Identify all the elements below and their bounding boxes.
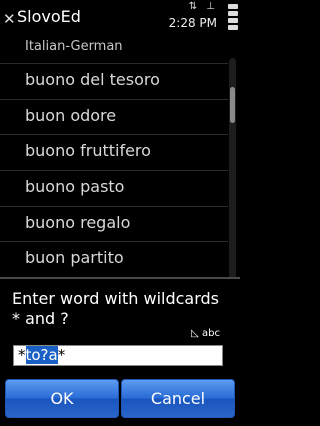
dictionary-label: Italian-German <box>25 39 123 54</box>
clock: 2:28 PM <box>168 16 217 30</box>
usb-icon: ⇅ ⊥ <box>188 1 218 12</box>
wildcard-input[interactable]: *to?a* <box>13 345 223 366</box>
list-item[interactable]: buono fruttifero <box>0 134 228 170</box>
scrollbar[interactable] <box>229 58 236 286</box>
cancel-button[interactable]: Cancel <box>121 379 235 418</box>
pen-icon: ◺ <box>191 328 199 339</box>
input-suffix: * <box>57 346 66 364</box>
input-selected-text: to?a <box>25 346 58 364</box>
status-bar: ✕ SlovoEd ⇅ ⊥ 2:28 PM <box>0 0 240 34</box>
input-value: *to?a* <box>18 346 66 364</box>
ok-button[interactable]: OK <box>5 379 119 418</box>
list-item[interactable]: buon partito <box>0 241 228 277</box>
list-item[interactable]: buono regalo <box>0 205 228 242</box>
list-item[interactable]: buono del tesoro <box>0 63 228 99</box>
list-item-label: buono fruttifero <box>25 141 151 161</box>
signal-icon <box>228 4 238 34</box>
list-item[interactable]: buono pasto <box>0 170 228 206</box>
list-item-label: buono del tesoro <box>25 70 160 89</box>
input-prefix: * <box>18 346 26 364</box>
list-item-label: buono pasto <box>25 177 125 197</box>
close-icon[interactable]: ✕ <box>3 12 16 27</box>
input-mode-indicator: ◺ abc <box>191 328 220 339</box>
list-item[interactable]: buon odore <box>0 98 228 135</box>
word-list: buono del tesoro buon odore buono frutti… <box>0 63 228 277</box>
wildcard-dialog: Enter word with wildcards * and ? ◺ abc … <box>0 277 240 426</box>
list-item-label: buon odore <box>25 105 117 125</box>
dialog-title: Enter word with wildcards * and ? <box>12 289 219 328</box>
input-mode-label: abc <box>202 328 220 339</box>
list-item-label: buon partito <box>25 248 124 268</box>
app-title: SlovoEd <box>17 7 81 26</box>
scroll-thumb[interactable] <box>230 87 235 123</box>
list-item-label: buono regalo <box>25 212 131 232</box>
